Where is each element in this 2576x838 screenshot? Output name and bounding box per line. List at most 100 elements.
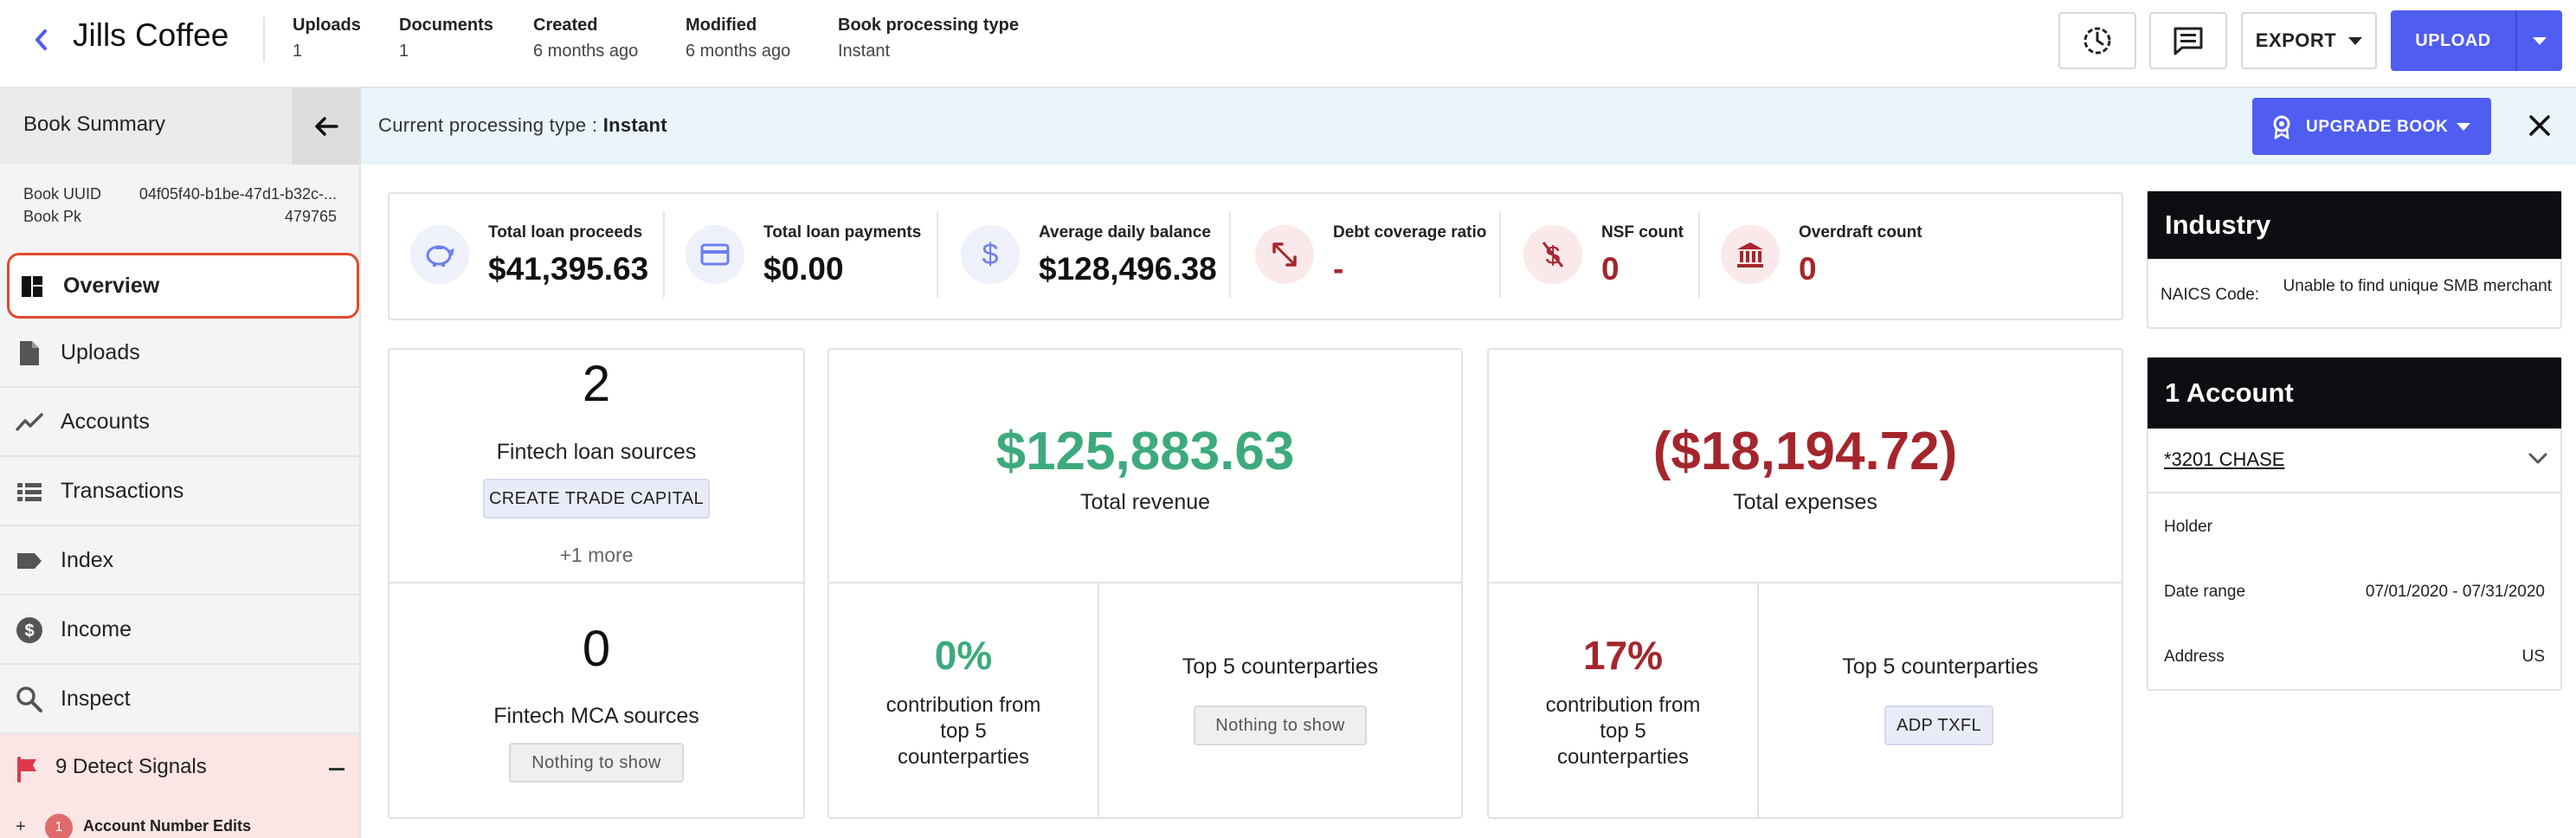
detect-signals-section[interactable]: 9 Detect Signals + 1 Account Number Edit…	[0, 734, 359, 838]
revenue-top-counterparties-label: Top 5 counterparties	[1182, 654, 1379, 679]
sidebar-item-label: Transactions	[61, 479, 184, 503]
stat-label: Overdraft count	[1799, 223, 1922, 242]
collapse-sidebar-button[interactable]	[292, 88, 359, 164]
sidebar-item-income[interactable]: $ Income	[0, 596, 359, 665]
more-sources-link[interactable]: +1 more	[390, 544, 803, 567]
export-label: EXPORT	[2255, 29, 2337, 51]
book-uuid-value: 04f05f40-b1be-47d1-b32c-...	[138, 185, 337, 203]
sidebar-item-label: Inspect	[61, 687, 131, 711]
sidebar-item-index[interactable]: Index	[0, 526, 359, 596]
fintech-mca-label: Fintech MCA sources	[493, 704, 699, 728]
tag-icon	[16, 547, 43, 575]
sidebar-item-label: Uploads	[61, 340, 140, 364]
signal-item-label[interactable]: Account Number Edits	[83, 817, 251, 835]
meta-value: Instant	[838, 42, 891, 61]
sidebar-item-accounts[interactable]: Accounts	[0, 388, 359, 457]
comment-icon	[2174, 27, 2203, 55]
upgrade-book-button[interactable]: UPGRADE BOOK	[2252, 98, 2491, 155]
stat-value: -	[1333, 251, 1344, 287]
divider	[1499, 211, 1501, 298]
credit-card-icon	[686, 225, 744, 284]
meta-label: Book processing type	[838, 16, 1019, 35]
stat-value: 0	[1799, 251, 1817, 287]
revenue-top5-label: contribution from top 5 counterparties	[886, 693, 1041, 769]
expand-arrows-icon	[1255, 225, 1314, 284]
arrow-left-icon	[315, 117, 338, 136]
meta-label: Modified	[686, 16, 757, 35]
badge-icon	[2273, 115, 2290, 139]
sidebar-item-label: Overview	[63, 274, 160, 298]
sidebar-item-transactions[interactable]: Transactions	[0, 457, 359, 526]
stat-value: $0.00	[763, 251, 844, 287]
svg-text:$: $	[24, 622, 34, 641]
divider	[2148, 492, 2560, 493]
divider	[1489, 582, 2122, 583]
date-range-label: Date range	[2164, 583, 2246, 601]
piggy-bank-icon	[410, 225, 469, 284]
fintech-loan-chip[interactable]: CREATE TRADE CAPITAL	[483, 479, 710, 519]
meta-modified: Modified 6 months ago	[686, 16, 790, 61]
flag-icon	[17, 757, 36, 783]
meta-documents: Documents 1	[399, 16, 493, 61]
sidebar-item-uploads[interactable]: Uploads	[0, 319, 359, 388]
bank-icon	[1721, 225, 1780, 284]
caret-down-icon	[2457, 123, 2470, 131]
history-button[interactable]	[2058, 12, 2136, 69]
collapse-signals-icon[interactable]	[329, 768, 345, 770]
close-icon[interactable]	[2525, 111, 2554, 140]
search-icon	[16, 686, 43, 713]
book-uuid-label: Book UUID	[23, 185, 102, 203]
sidebar-header: Book Summary	[0, 88, 359, 164]
sidebar-item-label: Income	[61, 617, 132, 641]
address-value: US	[2521, 648, 2545, 666]
meta-label: Uploads	[293, 16, 361, 35]
account-count-title: 1 Account	[2148, 358, 2561, 429]
svg-text:$: $	[982, 238, 999, 271]
no-money-icon: $	[1523, 225, 1582, 284]
sidebar-item-inspect[interactable]: Inspect	[0, 665, 359, 734]
divider	[1229, 211, 1231, 298]
meta-processing-type: Book processing type Instant	[838, 16, 1019, 61]
dollar-circle-icon: $	[16, 616, 43, 644]
divider	[937, 211, 938, 298]
stat-value: $128,496.38	[1039, 251, 1217, 287]
meta-value: 1	[293, 42, 303, 61]
dashboard-icon	[18, 273, 46, 300]
page-title: Jills Coffee	[73, 17, 229, 53]
back-button[interactable]	[26, 23, 55, 57]
meta-uploads: Uploads 1	[293, 16, 361, 61]
expenses-top5-percent: 17%	[1582, 633, 1664, 678]
clock-history-icon	[2083, 27, 2111, 55]
fintech-mca-count: 0	[582, 621, 611, 677]
naics-value: Unable to find unique SMB merchant	[2283, 277, 2552, 295]
naics-label: NAICS Code:	[2161, 286, 2260, 304]
divider	[1098, 583, 1099, 817]
dollar-icon: $	[961, 225, 1020, 284]
revenue-counterparties-chip: Nothing to show	[1194, 706, 1367, 745]
stat-label: Total loan proceeds	[488, 223, 643, 242]
divider	[829, 582, 1461, 583]
account-name-link[interactable]: *3201 CHASE	[2164, 448, 2284, 471]
trend-icon	[16, 409, 43, 436]
sidebar-item-overview[interactable]: Overview	[7, 253, 359, 319]
list-icon	[16, 478, 43, 506]
divider	[390, 582, 803, 583]
upload-label: UPLOAD	[2415, 30, 2491, 50]
expenses-counterparty-chip[interactable]: ADP TXFL	[1884, 706, 1993, 745]
upload-dropdown-toggle[interactable]	[2517, 36, 2562, 45]
stat-label: Total loan payments	[763, 223, 922, 242]
processing-label: Current processing type :	[378, 114, 603, 136]
industry-title: Industry	[2148, 191, 2561, 259]
stat-label: Debt coverage ratio	[1333, 223, 1487, 242]
holder-label: Holder	[2164, 518, 2212, 536]
upload-button[interactable]: UPLOAD	[2391, 10, 2562, 71]
book-pk-value: 479765	[284, 208, 337, 225]
comments-button[interactable]	[2149, 12, 2227, 69]
meta-value: 6 months ago	[533, 42, 639, 61]
export-button[interactable]: EXPORT	[2241, 12, 2377, 69]
date-range-value: 07/01/2020 - 07/31/2020	[2365, 583, 2545, 601]
expand-signal-icon[interactable]: +	[16, 817, 26, 837]
top-bar: Jills Coffee Uploads 1 Documents 1 Creat…	[0, 0, 2576, 88]
chevron-down-icon[interactable]	[2528, 452, 2548, 466]
chevron-left-icon	[35, 29, 47, 50]
